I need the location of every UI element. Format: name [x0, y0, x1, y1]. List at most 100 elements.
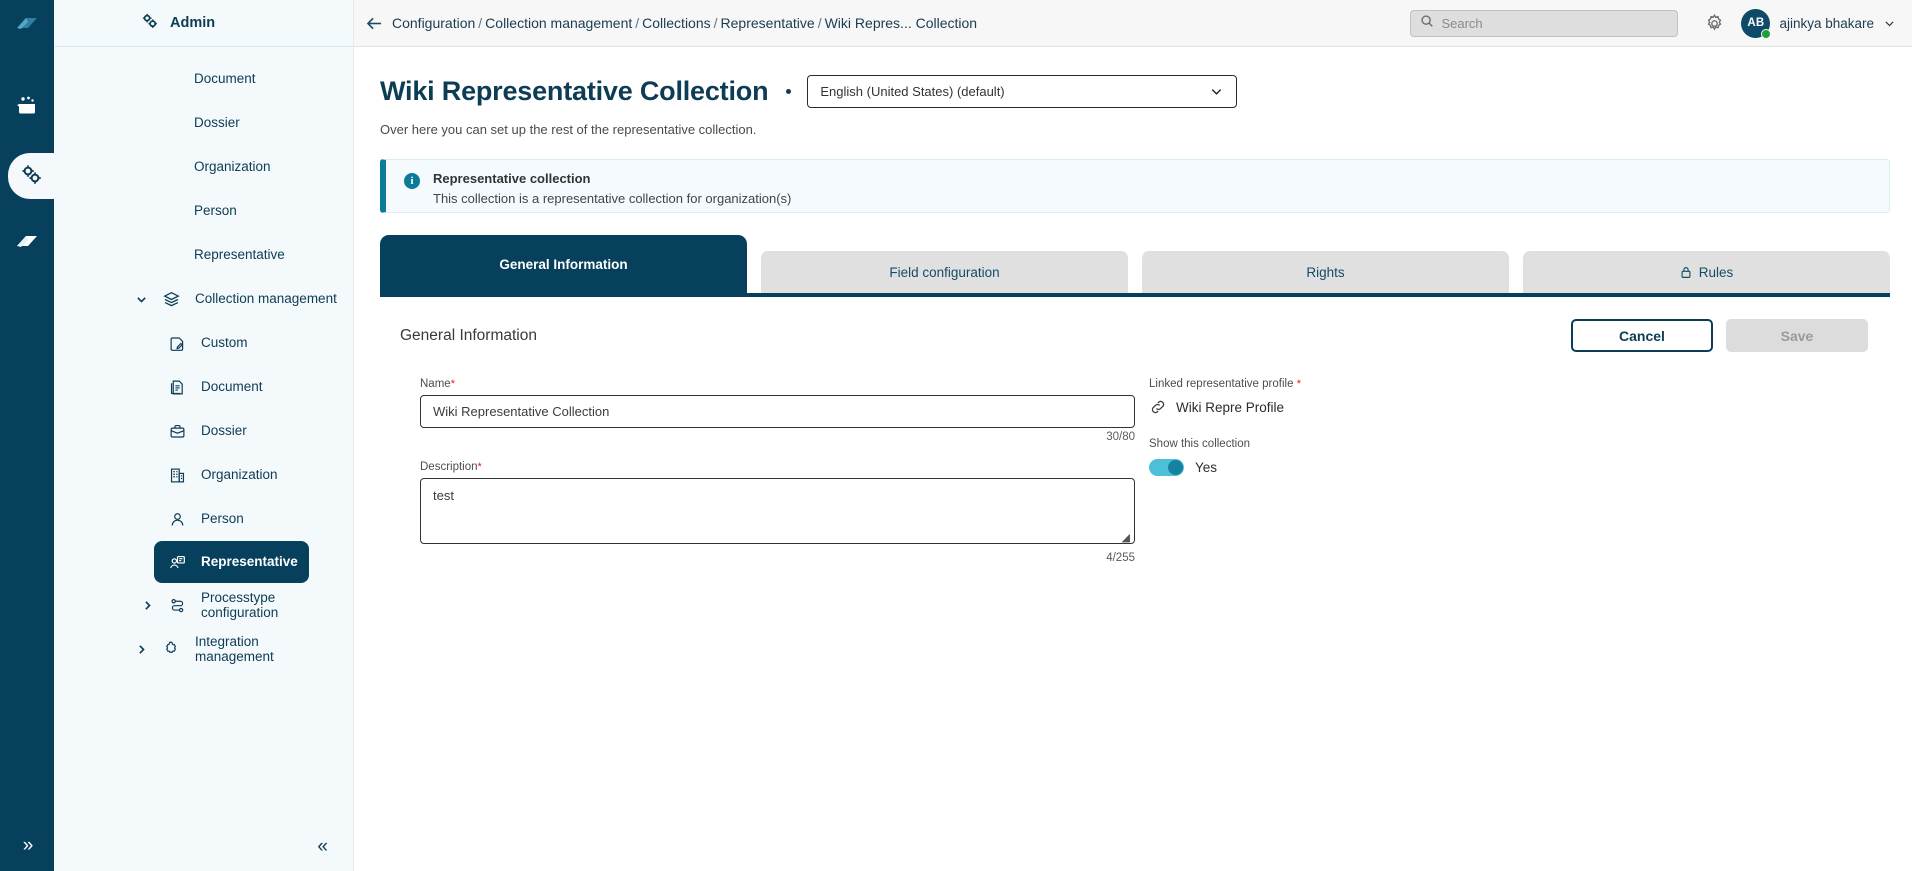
description-label-text: Description: [420, 461, 478, 473]
tab-rights[interactable]: Rights: [1142, 251, 1509, 293]
layers-icon: [156, 291, 186, 308]
show-collection-row: Yes: [1149, 459, 1301, 476]
banner-text: This collection is a representative coll…: [433, 191, 792, 206]
rail-items: [0, 85, 54, 267]
sidebar-item-person[interactable]: Person: [54, 189, 353, 233]
sidebar: Admin Document Dossier Organization Pers…: [54, 0, 354, 871]
avatar[interactable]: AB: [1741, 8, 1772, 39]
info-icon: i: [404, 173, 420, 189]
sidebar-item-label: Dossier: [194, 115, 240, 131]
description-counter: 4/255: [1106, 552, 1135, 564]
gear-icon[interactable]: [1704, 13, 1725, 34]
panel-actions: Cancel Save: [1571, 319, 1868, 352]
sidebar-item-custom[interactable]: Custom: [54, 321, 353, 365]
rail-item-archive[interactable]: [0, 221, 54, 267]
main-inner: Wiki Representative Collection English (…: [354, 47, 1912, 564]
briefcase-icon: [162, 423, 192, 440]
tab-general-information[interactable]: General Information: [380, 235, 747, 293]
document-edit-icon: [162, 335, 192, 352]
name-label-text: Name: [420, 378, 451, 390]
breadcrumb-item-collections[interactable]: Collections: [642, 15, 710, 31]
tab-rules[interactable]: Rules: [1523, 251, 1890, 293]
rail-item-admin[interactable]: [8, 153, 54, 199]
sidebar-item-label: Custom: [201, 335, 248, 351]
banner-body: Representative collection This collectio…: [433, 171, 791, 206]
breadcrumb-item-current: Wiki Repres... Collection: [824, 15, 978, 31]
breadcrumb-separator: /: [635, 15, 640, 31]
process-icon: [162, 597, 192, 614]
sidebar-collapse-button[interactable]: «: [54, 823, 353, 871]
breadcrumb-item-configuration[interactable]: Configuration: [392, 15, 475, 31]
briefcase-people-icon: [15, 95, 39, 122]
sidebar-item-label: Document: [201, 379, 263, 395]
sidebar-item-label: Dossier: [201, 423, 247, 439]
panel-title: General Information: [400, 326, 537, 344]
sidebar-item-collection-dossier[interactable]: Dossier: [54, 409, 353, 453]
sidebar-item-label: Representative: [201, 554, 298, 570]
title-separator-dot: [786, 89, 792, 94]
rail-expand-button[interactable]: »: [0, 835, 54, 857]
sidebar-item-representative[interactable]: Representative: [54, 233, 353, 277]
chevron-down-icon[interactable]: [1883, 17, 1896, 30]
main-content: Wiki Representative Collection English (…: [354, 47, 1912, 871]
cancel-button[interactable]: Cancel: [1571, 319, 1713, 352]
form-column-right: Linked representative profile * Wiki Rep…: [1115, 378, 1301, 564]
tab-field-configuration[interactable]: Field configuration: [761, 251, 1128, 293]
chevron-down-icon: [126, 293, 156, 306]
sidebar-title: Admin: [170, 15, 216, 31]
breadcrumb-item-collection-management[interactable]: Collection management: [485, 15, 632, 31]
required-marker: *: [1296, 378, 1301, 390]
show-collection-toggle[interactable]: [1149, 459, 1184, 476]
required-marker: *: [477, 461, 482, 473]
name-input[interactable]: [420, 395, 1135, 428]
back-arrow-icon[interactable]: [366, 16, 383, 31]
name-field-label: Name*: [420, 378, 1115, 390]
sidebar-item-label: Collection management: [195, 291, 337, 307]
sidebar-item-collection-representative[interactable]: Representative: [154, 541, 309, 583]
sidebar-item-label: Person: [194, 203, 237, 219]
description-field-group: Description* test ◢ 4/255: [420, 461, 1135, 564]
sidebar-item-label: Representative: [194, 247, 285, 263]
sidebar-item-organization[interactable]: Organization: [54, 145, 353, 189]
document-icon: [162, 379, 192, 396]
sidebar-item-collection-person[interactable]: Person: [54, 497, 353, 541]
rail-item-workspace[interactable]: [0, 85, 54, 131]
save-button: Save: [1726, 319, 1868, 352]
sidebar-item-collection-organization[interactable]: Organization: [54, 453, 353, 497]
search-input[interactable]: [1441, 15, 1669, 31]
general-information-panel: General Information Cancel Save Name* Wi…: [380, 297, 1890, 564]
chevron-down-icon: [1209, 84, 1224, 99]
sidebar-item-label: Organization: [194, 159, 271, 175]
sidebar-item-processtype-configuration[interactable]: Processtype configuration: [54, 583, 353, 627]
link-icon: [1149, 398, 1167, 416]
topbar: Configuration / Collection management / Coll…: [354, 0, 1912, 47]
toggle-knob: [1168, 460, 1183, 475]
linked-profile-value-row[interactable]: Wiki Repre Profile: [1149, 398, 1301, 416]
sidebar-item-collection-document[interactable]: Document: [54, 365, 353, 409]
breadcrumb-separator: /: [478, 15, 483, 31]
tab-bar: General Information Field configuration …: [380, 235, 1890, 293]
icon-rail: »: [0, 0, 54, 871]
sidebar-item-dossier[interactable]: Dossier: [54, 101, 353, 145]
form-grid: Name* 30/80 Description* test: [400, 378, 1868, 564]
search-box[interactable]: [1410, 9, 1679, 37]
breadcrumb-item-representative[interactable]: Representative: [721, 15, 815, 31]
language-select-value: English (United States) (default): [820, 84, 1005, 99]
app-logo-icon[interactable]: [0, 0, 54, 47]
building-icon: [162, 467, 192, 484]
sidebar-item-label: Organization: [201, 467, 278, 483]
status-badge: [1761, 28, 1772, 39]
sidebar-item-integration-management[interactable]: Integration management: [54, 627, 353, 671]
search-icon: [1420, 14, 1434, 33]
description-textarea[interactable]: test: [420, 478, 1135, 544]
topbar-right: AB ajinkya bhakare: [1410, 8, 1912, 39]
sidebar-item-label: Person: [201, 511, 244, 527]
sidebar-item-document[interactable]: Document: [54, 57, 353, 101]
sidebar-header: Admin: [54, 0, 353, 47]
sidebar-item-collection-management[interactable]: Collection management: [54, 277, 353, 321]
info-banner: i Representative collection This collect…: [380, 159, 1890, 213]
person-icon: [162, 511, 192, 528]
description-field-label: Description*: [420, 461, 1115, 473]
panel-header: General Information Cancel Save: [400, 319, 1868, 352]
language-select[interactable]: English (United States) (default): [807, 75, 1238, 108]
